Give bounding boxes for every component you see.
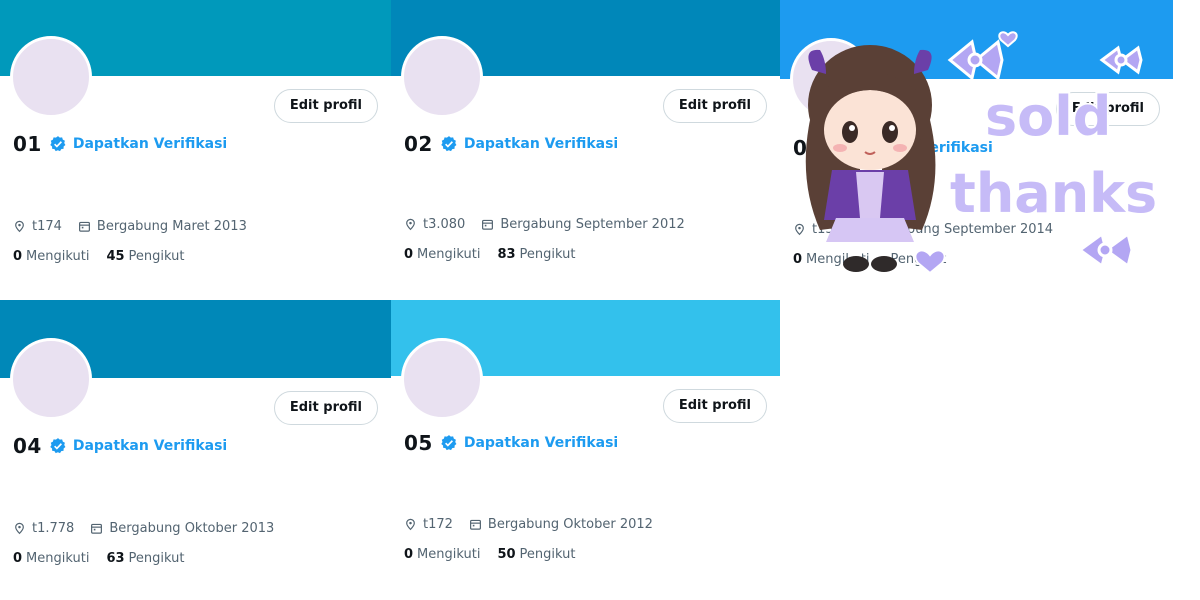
calendar-icon (91, 523, 103, 534)
profile-name: 05 (404, 431, 433, 455)
following-count[interactable]: 0 (793, 252, 802, 267)
location-text: t1.778 (32, 521, 75, 536)
location-pin-icon (15, 522, 24, 535)
followers-label[interactable]: Pengikut (520, 547, 576, 562)
get-verified-link[interactable]: Dapatkan Verifikasi (838, 140, 992, 156)
followers-label[interactable]: Pengikut (520, 247, 576, 262)
avatar[interactable] (401, 36, 483, 118)
edit-profile-button[interactable]: Edit profil (662, 89, 767, 123)
following-label[interactable]: Mengikuti (417, 247, 480, 262)
followers-count[interactable]: 45 (106, 249, 124, 264)
meta-row: t1.778 Bergabung Oktober 2013 (13, 521, 274, 536)
name-row: 0 Dapatkan Verifikasi (793, 136, 993, 160)
verified-badge-icon (50, 136, 66, 152)
edit-profile-button[interactable]: Edit profil (662, 389, 767, 423)
calendar-icon (469, 519, 481, 530)
follow-stats: 0 Mengikuti 63 Pengikut (13, 551, 185, 566)
following-label[interactable]: Mengikuti (806, 252, 869, 267)
avatar[interactable] (790, 38, 872, 120)
follow-stats: 0 Mengikuti 45 Pengikut (13, 249, 185, 264)
location-text: t3.080 (423, 217, 466, 232)
follow-stats: 0 Mengikuti Pengikut (793, 252, 946, 267)
profile-card-2: Edit profil 02 Dapatkan Verifikasi t3.08… (391, 0, 780, 300)
verified-badge-icon (50, 438, 66, 454)
joined-date: Bergabung Oktober 2012 (487, 517, 653, 532)
name-row: 04 Dapatkan Verifikasi (13, 434, 227, 458)
avatar[interactable] (10, 338, 92, 420)
profile-name: 02 (404, 132, 433, 156)
followers-label[interactable]: Pengikut (129, 249, 185, 264)
location-pin-icon (406, 218, 415, 231)
calendar-icon (482, 219, 494, 230)
verified-badge-icon (441, 435, 457, 451)
followers-count[interactable]: 63 (106, 551, 124, 566)
location-text: t172 (423, 517, 453, 532)
location-pin-icon (15, 220, 24, 233)
follow-stats: 0 Mengikuti 83 Pengikut (404, 247, 576, 262)
verified-badge-icon (815, 140, 831, 156)
joined-date: Bergabung September 2012 (500, 217, 685, 232)
following-count[interactable]: 0 (13, 551, 22, 566)
calendar-icon (78, 221, 90, 232)
profile-name: 04 (13, 434, 42, 458)
name-row: 02 Dapatkan Verifikasi (404, 132, 618, 156)
followers-label[interactable]: Pengikut (890, 252, 946, 267)
meta-row: t3.080 Bergabung September 2012 (404, 217, 685, 232)
edit-profile-button[interactable]: Edit profil (273, 89, 378, 123)
meta-row: t174 Bergabung Maret 2013 (13, 219, 247, 234)
location-text: t174 (32, 219, 62, 234)
verified-badge-icon (441, 136, 457, 152)
joined-date: Bergabung Oktober 2013 (109, 521, 275, 536)
name-row: 01 Dapatkan Verifikasi (13, 132, 227, 156)
location-pin-icon (795, 223, 804, 236)
profile-card-3: Edit profil 0 Dapatkan Verifikasi t13 Be… (780, 0, 1173, 300)
profile-name: 0 (793, 136, 808, 160)
meta-row: t13 Bergabung September 2014 (793, 222, 1053, 237)
edit-profile-button[interactable]: Edit profil (1055, 92, 1160, 126)
following-label[interactable]: Mengikuti (26, 249, 89, 264)
follow-stats: 0 Mengikuti 50 Pengikut (404, 547, 576, 562)
joined-date: Bergabung September 2014 (868, 222, 1054, 237)
avatar[interactable] (10, 36, 92, 118)
profile-card-5: Edit profil 05 Dapatkan Verifikasi t172 … (391, 300, 780, 600)
profile-name: 01 (13, 132, 42, 156)
get-verified-link[interactable]: Dapatkan Verifikasi (73, 438, 227, 454)
followers-count[interactable]: 50 (497, 547, 515, 562)
edit-profile-button[interactable]: Edit profil (273, 391, 378, 425)
following-count[interactable]: 0 (13, 249, 22, 264)
calendar-icon (850, 224, 862, 235)
name-row: 05 Dapatkan Verifikasi (404, 431, 618, 455)
get-verified-link[interactable]: Dapatkan Verifikasi (464, 435, 618, 451)
profile-card-4: Edit profil 04 Dapatkan Verifikasi t1.77… (0, 300, 391, 600)
following-label[interactable]: Mengikuti (417, 547, 480, 562)
get-verified-link[interactable]: Dapatkan Verifikasi (464, 136, 618, 152)
location-text: t13 (812, 222, 834, 237)
joined-date: Bergabung Maret 2013 (96, 219, 247, 234)
profile-card-1: Edit profil 01 Dapatkan Verifikasi t174 … (0, 0, 391, 300)
followers-count[interactable]: 83 (497, 247, 515, 262)
get-verified-link[interactable]: Dapatkan Verifikasi (73, 136, 227, 152)
following-count[interactable]: 0 (404, 247, 413, 262)
following-label[interactable]: Mengikuti (26, 551, 89, 566)
meta-row: t172 Bergabung Oktober 2012 (404, 517, 653, 532)
avatar[interactable] (401, 338, 483, 420)
followers-label[interactable]: Pengikut (129, 551, 185, 566)
following-count[interactable]: 0 (404, 547, 413, 562)
location-pin-icon (406, 518, 415, 531)
